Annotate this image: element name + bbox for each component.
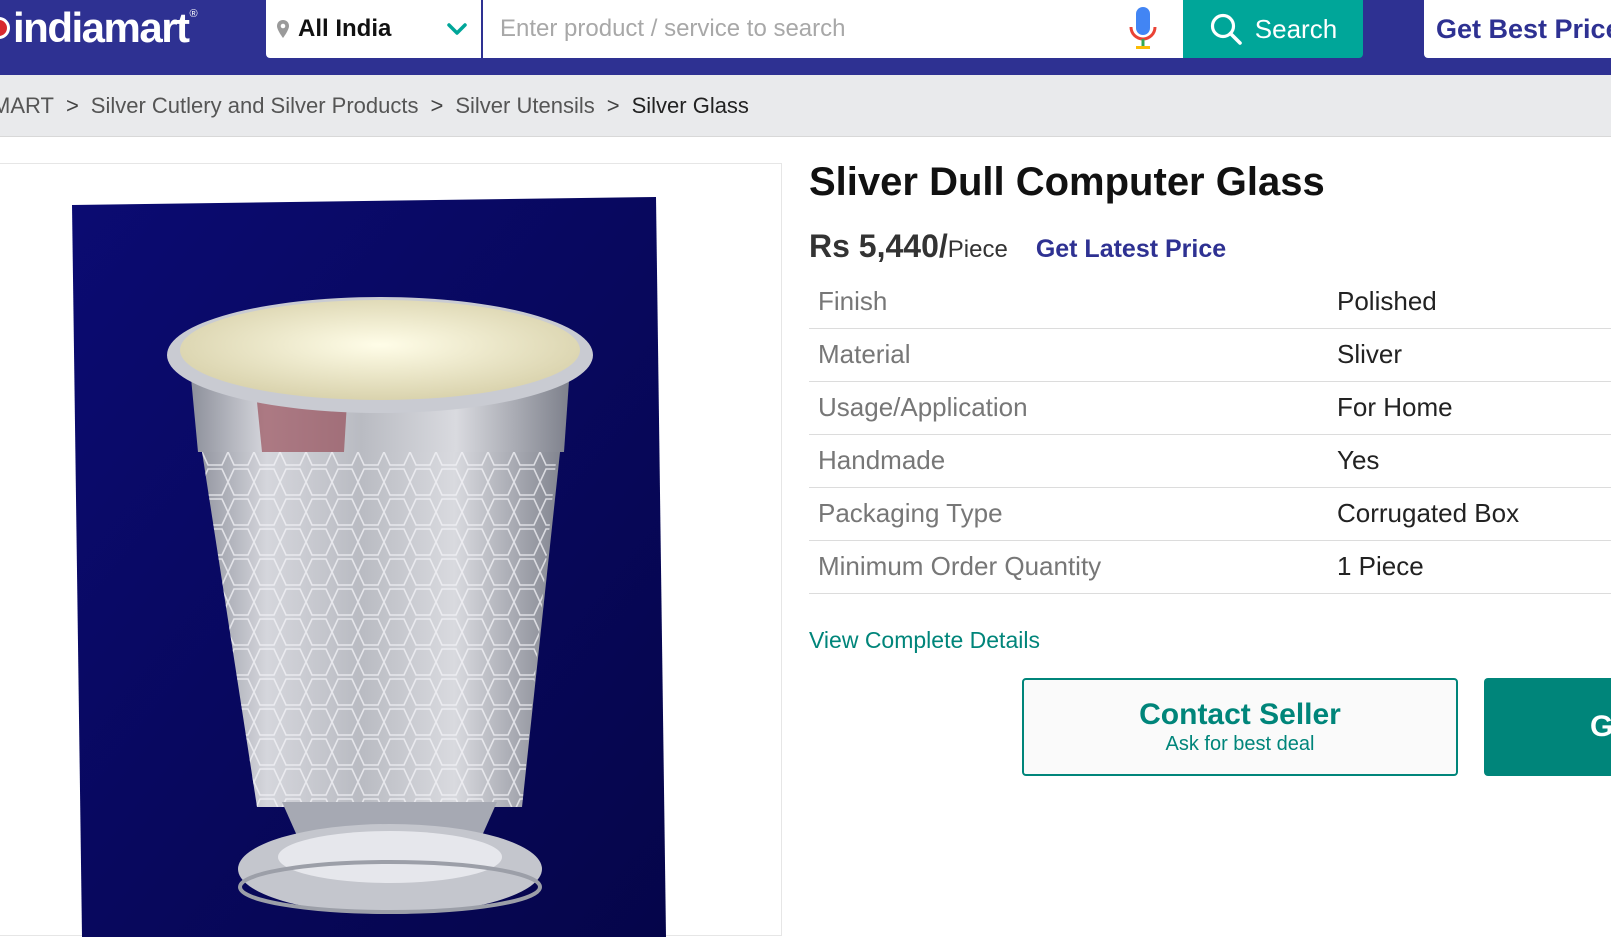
spec-label: Usage/Application — [818, 392, 1028, 422]
logo-text: indiamart — [13, 4, 190, 51]
spec-value: For Home — [1337, 392, 1453, 422]
breadcrumb-item-current: Silver Glass — [631, 92, 749, 118]
chevron-down-icon — [447, 23, 467, 35]
breadcrumb: MART > Silver Cutlery and Silver Product… — [0, 75, 1611, 137]
contact-seller-sublabel: Ask for best deal — [1165, 733, 1315, 755]
spec-value: Yes — [1337, 445, 1380, 475]
get-quote-label: G — [1590, 710, 1611, 743]
get-latest-price-link[interactable]: Get Latest Price — [1036, 235, 1226, 264]
microphone-icon[interactable] — [1123, 3, 1163, 55]
contact-seller-button[interactable]: Contact Seller Ask for best deal — [1022, 678, 1458, 776]
breadcrumb-separator: > — [430, 92, 444, 118]
spec-label: Handmade — [818, 445, 946, 475]
breadcrumb-item-silver-cutlery[interactable]: Silver Cutlery and Silver Products — [91, 93, 419, 119]
contact-seller-label: Contact Seller — [1139, 698, 1341, 731]
spec-value: Polished — [1337, 285, 1437, 316]
product-title: Sliver Dull Computer Glass — [809, 160, 1325, 204]
view-complete-details-link[interactable]: View Complete Details — [809, 627, 1040, 654]
spec-row-material: Material Sliver — [809, 328, 1611, 381]
spec-row-handmade: Handmade Yes — [809, 434, 1611, 487]
product-image[interactable] — [72, 197, 680, 937]
spec-label: Material — [818, 339, 911, 369]
search-icon — [1210, 13, 1242, 45]
get-best-price-button[interactable]: Get Best Price — [1424, 0, 1611, 58]
spec-row-min-order: Minimum Order Quantity 1 Piece — [809, 540, 1611, 593]
location-selector[interactable]: All India — [266, 0, 481, 58]
spec-value: Corrugated Box — [1337, 498, 1520, 528]
spec-row-usage: Usage/Application For Home — [809, 381, 1611, 434]
search-input[interactable] — [483, 0, 1123, 58]
spec-label: Packaging Type — [818, 498, 1003, 528]
logo-registered-mark: ® — [189, 8, 198, 20]
spec-row-packaging: Packaging Type Corrugated Box — [809, 487, 1611, 540]
price-row: Rs 5,440/ Piece Get Latest Price — [809, 228, 1226, 265]
location-label: All India — [298, 15, 392, 42]
breadcrumb-separator: > — [606, 92, 620, 118]
breadcrumb-separator: > — [65, 92, 79, 118]
product-image-panel — [0, 163, 782, 937]
breadcrumb-item-home[interactable]: MART — [0, 93, 54, 119]
search-button-label: Search — [1254, 13, 1338, 44]
price-value: Rs 5,440/ — [809, 228, 948, 264]
location-pin-icon — [277, 20, 289, 38]
search-button[interactable]: Search — [1183, 0, 1363, 58]
specifications-table: Finish Polished Material Sliver Usage/Ap… — [809, 275, 1611, 594]
spec-row-finish: Finish Polished — [809, 275, 1611, 328]
search-bar — [483, 0, 1183, 58]
spec-label: Minimum Order Quantity — [818, 551, 1102, 581]
top-header: indiamart ® All India Search Get Best Pr… — [0, 0, 1611, 75]
spec-value: Sliver — [1337, 339, 1403, 369]
spec-label: Finish — [818, 285, 888, 316]
price-unit: Piece — [947, 236, 1008, 263]
breadcrumb-item-silver-utensils[interactable]: Silver Utensils — [455, 93, 594, 119]
get-quote-button[interactable]: G — [1484, 678, 1611, 776]
logo-mark-icon — [0, 17, 10, 39]
indiamart-logo[interactable]: indiamart ® — [0, 4, 198, 52]
spec-value: 1 Piece — [1337, 551, 1424, 581]
